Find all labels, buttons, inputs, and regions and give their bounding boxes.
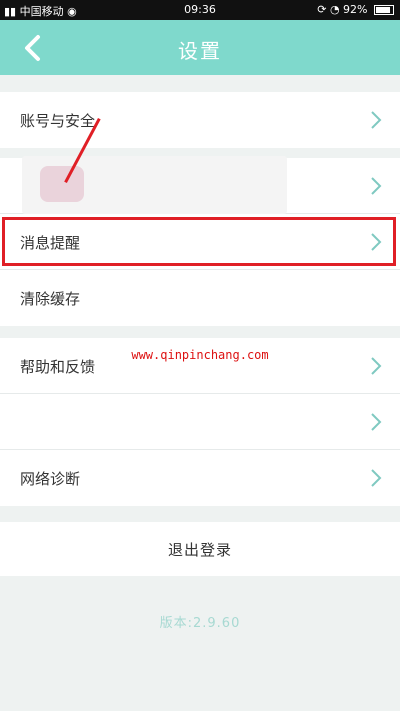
menu-item-blurred-2[interactable]	[0, 394, 400, 450]
menu-item-clear-cache[interactable]: 清除缓存	[0, 270, 400, 326]
logout-button[interactable]: 退出登录	[0, 522, 400, 576]
blurred-overlay	[22, 156, 287, 214]
menu-item-label: 账号与安全	[20, 112, 96, 130]
header-bar: 设置	[0, 20, 400, 75]
page-title: 设置	[178, 39, 222, 63]
sync-icon: ⟳	[317, 3, 327, 16]
chevron-right-icon	[371, 111, 382, 129]
menu-item-label: 网络诊断	[20, 470, 81, 488]
status-bar: ▮▮ 中国移动 ◉ 09:36 ⟳ ◔ 92%	[0, 0, 400, 20]
menu-item-account-security[interactable]: 账号与安全	[0, 92, 400, 148]
menu-item-label: 清除缓存	[20, 290, 81, 308]
annotation-highlight-box	[2, 217, 396, 266]
watermark-text: www.qinpinchang.com	[131, 348, 269, 362]
alarm-icon: ◔	[329, 3, 340, 16]
menu-item-network-diagnosis[interactable]: 网络诊断	[0, 450, 400, 506]
blurred-avatar	[40, 166, 84, 202]
chevron-right-icon	[371, 469, 382, 487]
logout-label: 退出登录	[167, 541, 232, 559]
chevron-right-icon	[371, 177, 382, 195]
status-battery: ⟳ ◔ 92%	[317, 3, 394, 16]
menu-item-help-feedback[interactable]: 帮助和反馈	[0, 338, 400, 394]
chevron-right-icon	[371, 413, 382, 431]
battery-icon	[374, 5, 394, 15]
version-text: 版本:2.9.60	[159, 616, 241, 631]
